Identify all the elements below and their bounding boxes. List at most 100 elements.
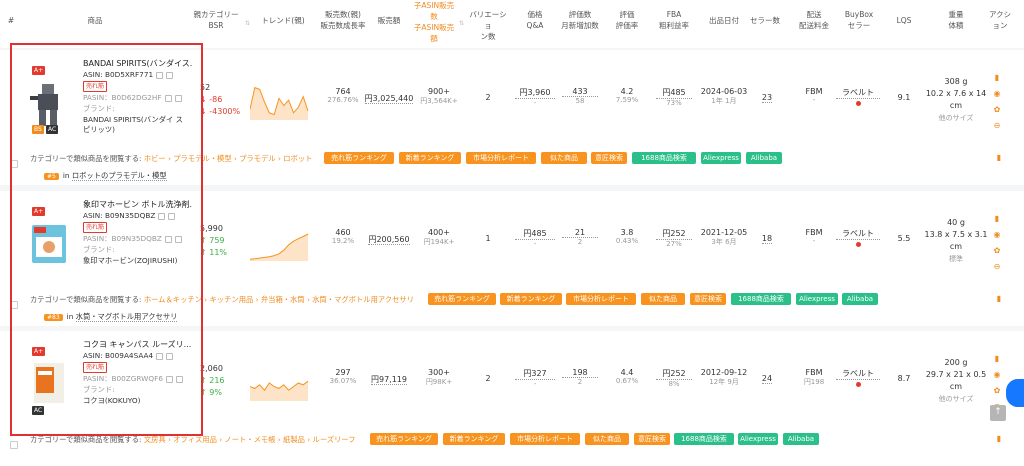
settings-icon[interactable]: ✿ <box>993 106 1001 114</box>
fba-cell: 円252 8% <box>656 368 692 388</box>
tag-button[interactable]: 売れ筋ランキング <box>370 433 438 445</box>
sort-arrow-icon[interactable]: ⇅ <box>459 20 464 27</box>
location-pin-icon[interactable]: ◉ <box>993 90 1001 98</box>
tag-button[interactable]: 市場分析レポート <box>510 433 580 445</box>
trend-sparkline[interactable] <box>250 221 310 263</box>
child-asin-cell: 300+ 円98K+ <box>425 368 453 386</box>
tag-button[interactable]: 新着ランキング <box>500 293 562 305</box>
variation-cell: 2 <box>485 93 491 102</box>
tag-button[interactable]: 似た商品 <box>541 152 587 164</box>
row-actions: ▮ ◉ ✿ ⊖ <box>993 215 1003 279</box>
tag-button[interactable]: 1688商品検索 <box>674 433 734 445</box>
col-revenue[interactable]: 販売額 <box>374 15 404 26</box>
buybox-cell[interactable]: ラベルト <box>836 228 880 249</box>
row-actions: ▮ ◉ ✿ ⊖ <box>993 74 1003 138</box>
tag-button[interactable]: 意匠検索 <box>634 433 670 445</box>
reviews-cell: 21 2 <box>562 228 598 246</box>
tag-button[interactable]: Aliexpress <box>701 152 741 164</box>
reviews-cell: 433 58 <box>562 87 598 105</box>
settings-icon[interactable]: ✿ <box>993 387 1001 395</box>
col-bsr[interactable]: 親カテゴリー BSR <box>193 9 239 31</box>
tag-button[interactable]: 売れ筋ランキング <box>428 293 496 305</box>
variation-cell: 1 <box>485 234 491 243</box>
lqs-cell: 8.7 <box>897 374 911 383</box>
col-buybox[interactable]: BuyBox セラー <box>840 9 878 31</box>
tag-button[interactable]: 1688商品検索 <box>731 293 791 305</box>
sellers-cell[interactable]: 24 <box>756 374 778 384</box>
tag-button[interactable]: 意匠検索 <box>591 152 627 164</box>
fba-cell: 円252 27% <box>656 228 692 248</box>
col-child-asin[interactable]: 子ASIN販売数 子ASIN販売額 <box>409 0 459 44</box>
settings-icon[interactable]: ✿ <box>993 247 1001 255</box>
tag-button[interactable]: 1688商品検索 <box>632 152 696 164</box>
buybox-cell[interactable]: ラベルト <box>836 368 880 389</box>
tag-button[interactable]: Alibaba <box>783 433 819 445</box>
tag-button[interactable]: Alibaba <box>746 152 782 164</box>
price-cell: 円327- <box>515 368 555 388</box>
fba-cell: 円485 73% <box>656 87 692 107</box>
location-pin-icon[interactable]: ◉ <box>993 231 1001 239</box>
col-product[interactable]: 商品 <box>80 15 110 26</box>
ship-cell: FBM - <box>805 228 823 245</box>
chat-widget-button[interactable] <box>1006 379 1024 407</box>
scroll-top-button[interactable]: ↑ <box>990 405 1006 421</box>
col-trend[interactable]: トレンド(親) <box>258 15 308 26</box>
selection-highlight <box>10 43 203 436</box>
col-date[interactable]: 出品日付 <box>702 15 746 26</box>
doc-icon[interactable]: ▮ <box>995 154 1003 162</box>
table-header: # 商品 親カテゴリー BSR トレンド(親) 販売数(親) 販売数成長率 販売額 … <box>0 0 1024 48</box>
rating-cell: 3.8 0.43% <box>615 228 639 245</box>
sellers-cell[interactable]: 18 <box>756 234 778 244</box>
trend-sparkline[interactable] <box>250 361 310 403</box>
seller-status-dot <box>855 382 861 387</box>
col-variation[interactable]: バリエーショ ン数 <box>466 9 510 42</box>
doc-icon[interactable]: ▮ <box>995 435 1003 443</box>
minus-circle-icon[interactable]: ⊖ <box>993 122 1001 130</box>
weight-cell: 40 g 13.8 x 7.5 x 3.1 cm 標準 <box>924 218 988 263</box>
tag-button[interactable]: 市場分析レポート <box>466 152 536 164</box>
seller-status-dot <box>855 101 861 106</box>
tag-button[interactable]: 市場分析レポート <box>566 293 636 305</box>
col-action: アクシ ョン <box>988 10 1012 30</box>
lqs-cell: 9.1 <box>897 93 911 102</box>
col-lqs[interactable]: LQS <box>892 15 916 26</box>
category-breadcrumb[interactable]: 文房具 › オフィス用品 › ノート・メモ帳 › 紙製品 › ルーズリーフ <box>144 435 356 444</box>
tag-button[interactable]: 新着ランキング <box>399 152 461 164</box>
weight-cell: 308 g 10.2 x 7.6 x 14 cm 他のサイズ <box>925 77 987 122</box>
tag-button[interactable]: 意匠検索 <box>690 293 726 305</box>
bar-chart-icon[interactable]: ▮ <box>993 215 1001 223</box>
minus-circle-icon[interactable]: ⊖ <box>993 263 1001 271</box>
trend-sparkline[interactable] <box>250 80 310 122</box>
col-fba[interactable]: FBA 粗利益率 <box>652 9 696 31</box>
col-sales[interactable]: 販売数(親) 販売数成長率 <box>320 9 366 31</box>
col-index: # <box>7 16 15 25</box>
tag-button[interactable]: 似た商品 <box>641 293 685 305</box>
col-weight[interactable]: 重量 体積 <box>938 9 974 31</box>
tag-button[interactable]: 似た商品 <box>585 433 629 445</box>
tag-button[interactable]: Aliexpress <box>738 433 778 445</box>
buybox-cell[interactable]: ラベルト <box>836 87 880 108</box>
tag-button[interactable]: Alibaba <box>842 293 878 305</box>
col-price[interactable]: 価格 Q&A <box>520 9 550 31</box>
variation-cell: 2 <box>485 374 491 383</box>
tag-button[interactable]: 売れ筋ランキング <box>324 152 394 164</box>
revenue-cell: 円3,025,440 <box>364 94 414 104</box>
tag-button[interactable]: Aliexpress <box>796 293 838 305</box>
seller-status-dot <box>855 242 861 247</box>
location-pin-icon[interactable]: ◉ <box>993 371 1001 379</box>
col-ship[interactable]: 配送 配送料金 <box>792 9 836 31</box>
col-sellers[interactable]: セラー数 <box>748 15 782 26</box>
price-cell: 円3,960- <box>515 87 555 107</box>
bsr-cell: 5,990 ↑ 759 ↑ 11% <box>200 224 228 257</box>
rating-cell: 4.4 0.67% <box>615 368 639 385</box>
col-rating[interactable]: 評価 評価率 <box>610 9 644 31</box>
sort-arrow-icon[interactable]: ⇅ <box>245 20 250 27</box>
doc-icon[interactable]: ▮ <box>995 295 1003 303</box>
col-reviews[interactable]: 評価数 月新増加数 <box>558 9 602 31</box>
bar-chart-icon[interactable]: ▮ <box>993 74 1001 82</box>
sales-cell: 297 36.07% <box>329 368 357 385</box>
tag-button[interactable]: 新着ランキング <box>443 433 505 445</box>
date-cell: 2021-12-05 3年 6月 <box>700 228 748 246</box>
bar-chart-icon[interactable]: ▮ <box>993 355 1001 363</box>
sellers-cell[interactable]: 23 <box>756 93 778 103</box>
